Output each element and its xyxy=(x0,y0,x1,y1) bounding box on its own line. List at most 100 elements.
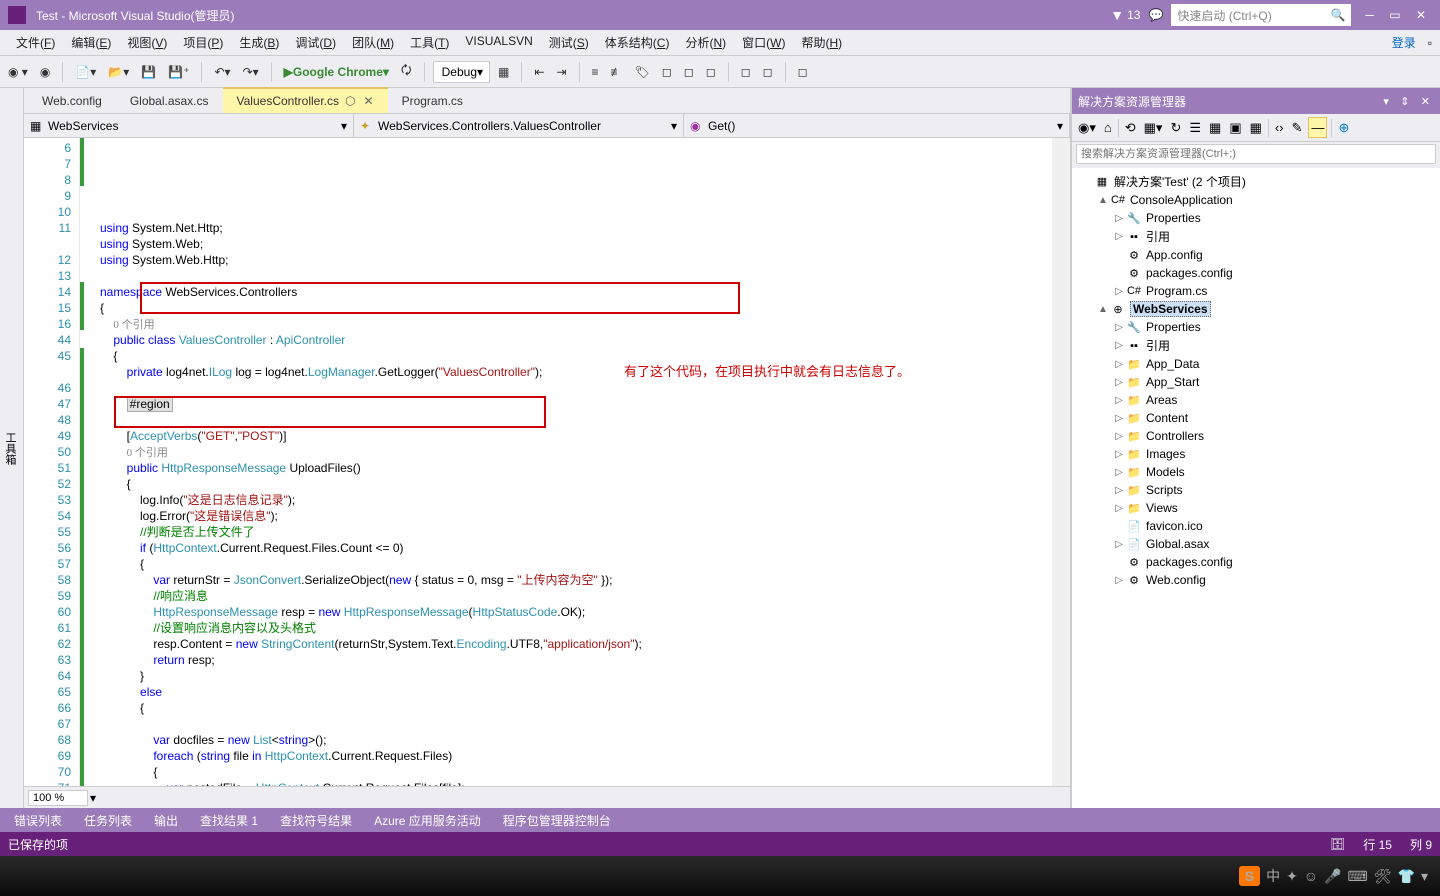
code-line[interactable]: if (HttpContext.Current.Request.Files.Co… xyxy=(100,540,1052,556)
login-link[interactable]: 登录 xyxy=(1384,30,1424,55)
bottom-tab[interactable]: 任务列表 xyxy=(74,809,142,832)
code-line[interactable]: [AcceptVerbs("GET","POST")] xyxy=(100,428,1052,444)
code-line[interactable]: #region xyxy=(100,396,1052,412)
code-line[interactable]: public class ValuesController : ApiContr… xyxy=(100,332,1052,348)
tree-node[interactable]: ▷🔧Properties xyxy=(1072,318,1440,336)
expand-icon[interactable]: ▲ xyxy=(1096,195,1110,206)
code-line[interactable]: else xyxy=(100,684,1052,700)
code-line[interactable]: //响应消息 xyxy=(100,588,1052,604)
taskbar-item[interactable] xyxy=(294,859,338,893)
menu-item-帮助[interactable]: 帮助(H) xyxy=(793,30,850,55)
bottom-tab[interactable]: Azure 应用服务活动 xyxy=(364,809,491,832)
tb-b5[interactable]: ◻ xyxy=(759,63,777,81)
code-line[interactable]: using System.Web.Http; xyxy=(100,252,1052,268)
code-line[interactable]: log.Error("这是错误信息"); xyxy=(100,508,1052,524)
expand-icon[interactable]: ▷ xyxy=(1112,503,1126,514)
nav-fwd-button[interactable]: ◉ xyxy=(36,63,54,81)
code-line[interactable] xyxy=(100,380,1052,396)
taskbar-item[interactable] xyxy=(246,859,290,893)
tree-node[interactable]: ▷⚙Web.config xyxy=(1072,571,1440,589)
sol-tb3[interactable]: ▣ xyxy=(1227,118,1243,138)
code-line[interactable]: using System.Web; xyxy=(100,236,1052,252)
left-dock-strip[interactable]: 工具箱 xyxy=(0,88,24,808)
pin-icon[interactable]: ⬡ xyxy=(345,94,355,108)
tree-node[interactable]: ▷▪▪引用 xyxy=(1072,227,1440,246)
code-line[interactable]: var returnStr = JsonConvert.SerializeObj… xyxy=(100,572,1052,588)
menu-item-体系结构[interactable]: 体系结构(C) xyxy=(597,30,678,55)
save-button[interactable]: 💾 xyxy=(137,63,160,81)
menu-item-项目[interactable]: 项目(P) xyxy=(175,30,231,55)
dropdown-button[interactable]: ▾ xyxy=(1379,96,1393,108)
menu-item-测试[interactable]: 测试(S) xyxy=(541,30,597,55)
expand-icon[interactable]: ▷ xyxy=(1112,395,1126,406)
code-line[interactable]: { xyxy=(100,300,1052,316)
taskbar-item[interactable] xyxy=(102,859,146,893)
nav-scope-dropdown[interactable]: ▦ WebServices ▾ xyxy=(24,114,354,137)
code-line[interactable]: { xyxy=(100,348,1052,364)
expand-icon[interactable]: ▷ xyxy=(1112,485,1126,496)
config-dropdown[interactable]: Debug ▾ xyxy=(433,61,490,83)
ime-lang[interactable]: 中 xyxy=(1266,866,1280,886)
expand-icon[interactable]: ▲ xyxy=(1096,304,1110,315)
menu-item-VISUALSVN[interactable]: VISUALSVN xyxy=(457,30,540,55)
code-line[interactable]: { xyxy=(100,476,1052,492)
tree-node[interactable]: 📄favicon.ico xyxy=(1072,517,1440,535)
tb-b3[interactable]: ◻ xyxy=(702,63,720,81)
tb-b6[interactable]: ◻ xyxy=(794,63,812,81)
tree-node[interactable]: ▷📁Views xyxy=(1072,499,1440,517)
expand-icon[interactable]: ▷ xyxy=(1112,431,1126,442)
quick-launch-input[interactable]: 快速启动 (Ctrl+Q) 🔍 xyxy=(1171,4,1351,26)
bottom-tab[interactable]: 查找结果 1 xyxy=(190,809,268,832)
expand-icon[interactable]: ▷ xyxy=(1112,359,1126,370)
menu-item-分析[interactable]: 分析(N) xyxy=(677,30,734,55)
doc-tab[interactable]: Web.config xyxy=(28,88,116,113)
tray-icon[interactable]: 🛠 xyxy=(1374,868,1392,885)
tb-b4[interactable]: ◻ xyxy=(737,63,755,81)
doc-tab[interactable]: Global.asax.cs xyxy=(116,88,223,113)
code-line[interactable]: { xyxy=(100,764,1052,780)
code-line[interactable]: } xyxy=(100,668,1052,684)
sol-tb2[interactable]: ▦▾ xyxy=(1142,118,1165,138)
nav-back-button[interactable]: ◉ ▾ xyxy=(4,63,32,81)
bookmark-button[interactable]: 🏷 xyxy=(631,63,654,81)
tree-node[interactable]: ▷📁Areas xyxy=(1072,391,1440,409)
sol-globe-button[interactable]: ⊕ xyxy=(1336,118,1351,138)
code-line[interactable]: namespace WebServices.Controllers xyxy=(100,284,1052,300)
code-line[interactable]: { xyxy=(100,700,1052,716)
maximize-button[interactable]: ▭ xyxy=(1383,8,1406,22)
tray-icon[interactable]: 🎤 xyxy=(1324,868,1341,885)
code-line[interactable]: log.Info("这是日志信息记录"); xyxy=(100,492,1052,508)
sol-refresh-button[interactable]: ↻ xyxy=(1168,118,1183,138)
zoom-input[interactable] xyxy=(28,790,88,806)
expand-icon[interactable]: ▷ xyxy=(1112,286,1126,297)
expand-icon[interactable]: ▷ xyxy=(1112,322,1126,333)
code-line[interactable] xyxy=(100,412,1052,428)
code-line[interactable]: public HttpResponseMessage UploadFiles() xyxy=(100,460,1052,476)
expand-icon[interactable]: ▷ xyxy=(1112,231,1126,242)
tree-node[interactable]: ⚙App.config xyxy=(1072,246,1440,264)
code-line[interactable]: var postedFile = HttpContext.Current.Req… xyxy=(100,780,1052,786)
menu-item-编辑[interactable]: 编辑(E) xyxy=(63,30,119,55)
menu-item-文件[interactable]: 文件(F) xyxy=(8,30,63,55)
notification-button[interactable]: ▼ 13 xyxy=(1110,7,1140,23)
taskbar-item[interactable] xyxy=(150,859,194,893)
menu-item-视图[interactable]: 视图(V) xyxy=(119,30,175,55)
expand-icon[interactable]: ▷ xyxy=(1112,213,1126,224)
sol-home-button[interactable]: ⌂ xyxy=(1102,118,1114,137)
expand-icon[interactable]: ▷ xyxy=(1112,467,1126,478)
expand-icon[interactable]: ▷ xyxy=(1112,449,1126,460)
code-line[interactable]: resp.Content = new StringContent(returnS… xyxy=(100,636,1052,652)
close-button[interactable]: ✕ xyxy=(1410,8,1432,22)
sol-code-button[interactable]: ‹› xyxy=(1273,118,1286,137)
code-line[interactable]: HttpResponseMessage resp = new HttpRespo… xyxy=(100,604,1052,620)
tree-node[interactable]: ⚙packages.config xyxy=(1072,553,1440,571)
undo-button[interactable]: ↶▾ xyxy=(210,63,234,81)
sol-collapse-button[interactable]: ☰ xyxy=(1187,118,1203,138)
close-tab-icon[interactable]: ✕ xyxy=(364,94,374,108)
nav-class-dropdown[interactable]: ✦ WebServices.Controllers.ValuesControll… xyxy=(354,114,684,137)
sol-showall-button[interactable]: ▦ xyxy=(1207,118,1223,138)
sol-tb6[interactable]: — xyxy=(1308,117,1327,138)
bottom-tab[interactable]: 程序包管理器控制台 xyxy=(493,809,621,832)
uncomment-button[interactable]: ≢ xyxy=(607,63,627,81)
save-all-button[interactable]: 💾⁺ xyxy=(164,63,193,81)
